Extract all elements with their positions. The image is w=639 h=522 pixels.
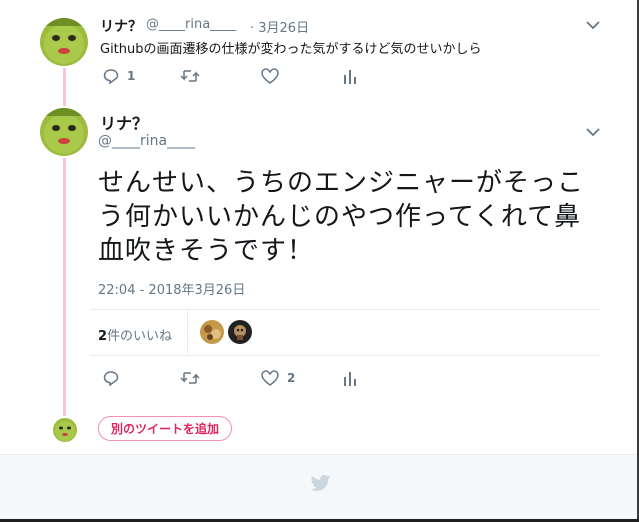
tweet2-text: せんせい、うちのエンジニャーがそっこう何かいいかんじのやつ作ってくれて鼻血吹きそ… (98, 168, 585, 266)
tweet1-date[interactable]: · 3月26日 (250, 17, 309, 36)
retweet-button[interactable] (180, 370, 200, 386)
chevron-down-icon[interactable] (586, 20, 600, 30)
divider-vertical (187, 310, 188, 356)
avatar[interactable] (40, 108, 88, 156)
reply-button[interactable]: 1 (103, 68, 135, 84)
reply-count: 1 (127, 69, 136, 83)
likes-label: 件のいいね (107, 329, 173, 344)
avatar (53, 418, 77, 442)
like-icon (261, 68, 279, 84)
chevron-down-icon[interactable] (586, 127, 600, 137)
divider (90, 355, 600, 356)
tweet1-author-handle[interactable]: @____rina____ (146, 17, 236, 32)
thread-line-top (63, 68, 66, 106)
add-another-tweet-button[interactable]: 別のツイートを追加 (98, 416, 232, 441)
analytics-icon (343, 370, 357, 386)
analytics-button[interactable] (343, 370, 357, 386)
analytics-button[interactable] (343, 68, 357, 84)
analytics-icon (343, 68, 357, 84)
liker-avatar[interactable] (228, 320, 252, 344)
thread-line-bottom (63, 158, 66, 416)
like-icon (261, 370, 279, 386)
tweet1-author-name[interactable]: リナ？ (100, 16, 142, 36)
tweet2-author-name[interactable]: リナ？ (100, 110, 148, 134)
tweet1-text: Githubの画面遷移の仕様が変わった気がするけど気のせいかしら (100, 42, 482, 57)
tweet2-author-handle[interactable]: @____rina____ (98, 133, 195, 149)
retweet-button[interactable] (180, 68, 200, 84)
liker-avatar[interactable] (200, 320, 224, 344)
reply-button[interactable] (103, 370, 119, 386)
divider (90, 309, 600, 310)
avatar[interactable] (40, 18, 88, 66)
like-button[interactable] (261, 68, 279, 84)
twitter-bird-icon (310, 474, 331, 492)
like-count: 2 (287, 371, 296, 385)
likes-number: 2 (98, 329, 108, 344)
like-button[interactable]: 2 (261, 370, 295, 386)
reply-icon (103, 370, 119, 386)
retweet-icon (180, 370, 200, 386)
reply-icon (103, 68, 119, 84)
tweet2-timestamp[interactable]: 22:04 - 2018年3月26日 (98, 279, 245, 298)
retweet-icon (180, 68, 200, 84)
likes-count[interactable]: 2件のいいね (98, 325, 172, 344)
